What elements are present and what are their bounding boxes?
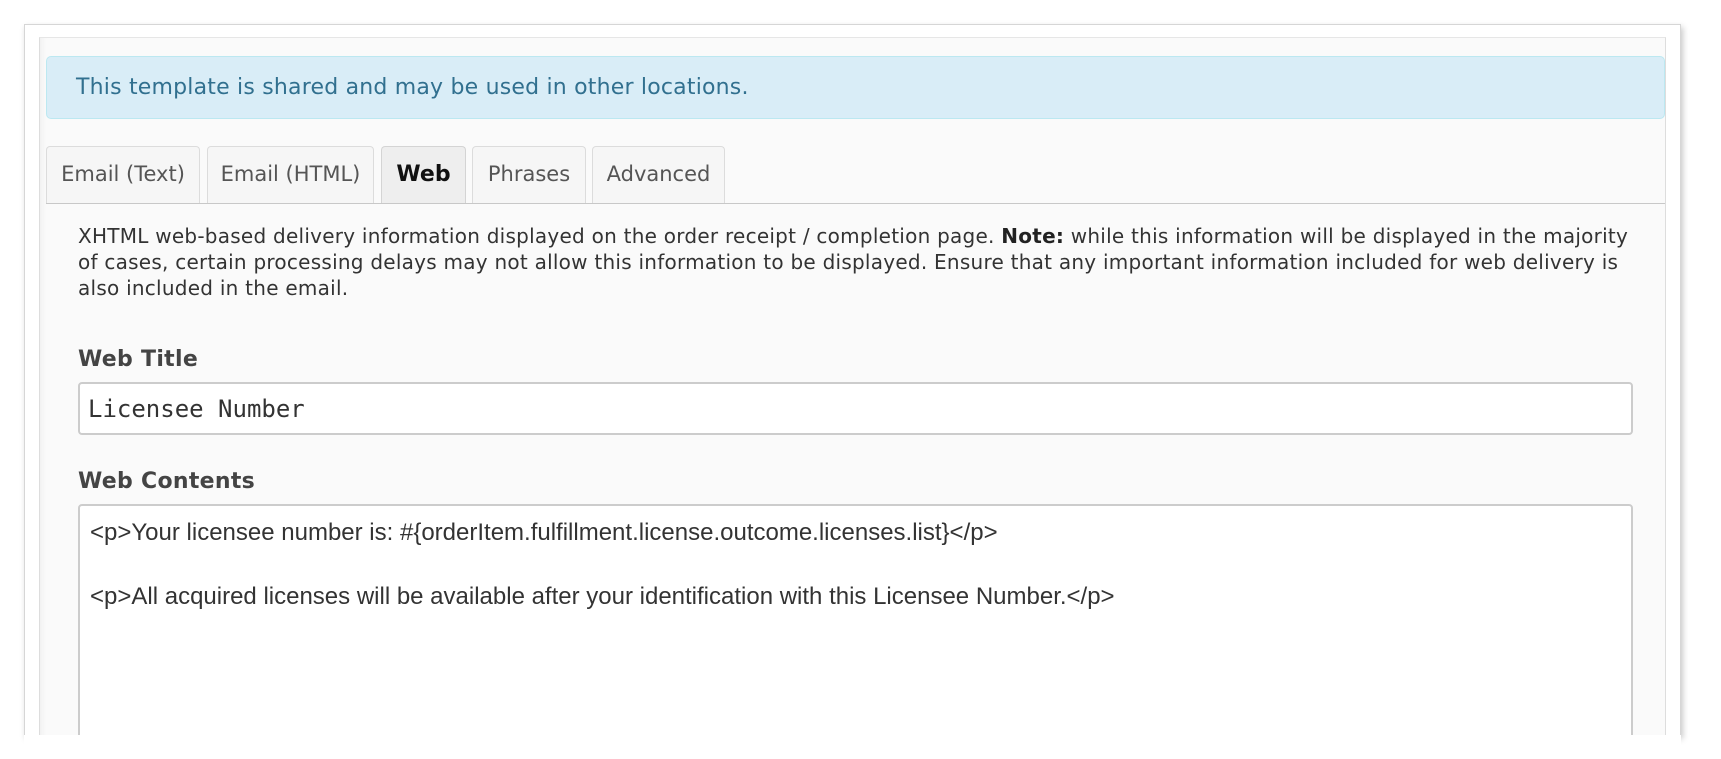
- tab-web[interactable]: Web: [381, 146, 466, 203]
- description-note-label: Note:: [1001, 224, 1065, 248]
- tab-phrases[interactable]: Phrases: [472, 146, 586, 203]
- web-tab-content: XHTML web-based delivery information dis…: [78, 223, 1638, 737]
- web-contents-label: Web Contents: [78, 469, 256, 494]
- web-title-input[interactable]: [78, 382, 1633, 435]
- tab-email-html[interactable]: Email (HTML): [207, 146, 374, 203]
- web-contents-textarea[interactable]: <p>Your licensee number is: #{orderItem.…: [78, 504, 1633, 737]
- tab-advanced[interactable]: Advanced: [592, 146, 725, 203]
- shared-template-alert: This template is shared and may be used …: [46, 56, 1665, 119]
- template-tabs: Email (Text) Email (HTML) Web Phrases Ad…: [46, 146, 1665, 204]
- template-editor-panel: This template is shared and may be used …: [39, 37, 1666, 737]
- frame-bottom-edge: [24, 735, 1681, 759]
- dialog-frame: This template is shared and may be used …: [24, 24, 1681, 737]
- web-title-label: Web Title: [78, 347, 199, 372]
- description-text: XHTML web-based delivery information dis…: [78, 224, 1002, 248]
- tab-email-text[interactable]: Email (Text): [46, 146, 200, 203]
- web-description: XHTML web-based delivery information dis…: [78, 223, 1638, 301]
